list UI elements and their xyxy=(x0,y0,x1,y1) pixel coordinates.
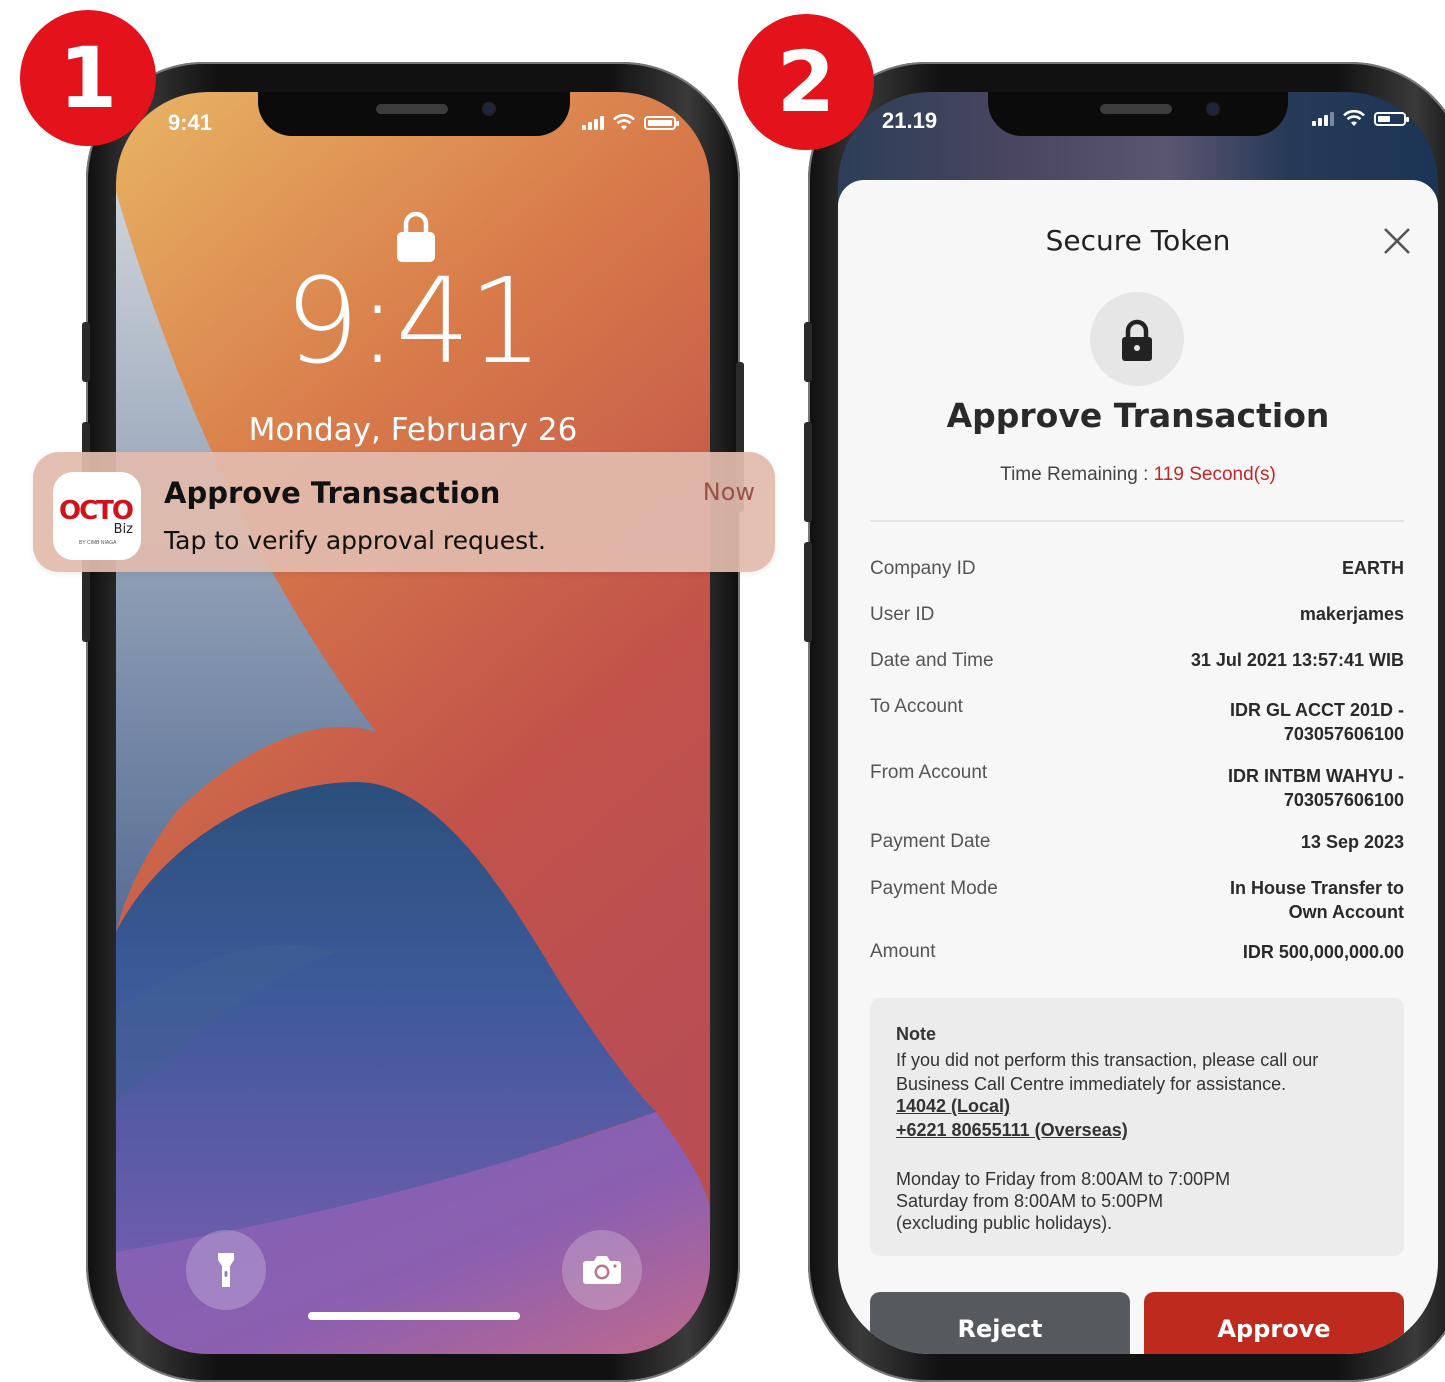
status-icons xyxy=(582,114,679,132)
close-icon[interactable] xyxy=(1382,226,1412,256)
note-text: If you did not perform this transaction,… xyxy=(896,1050,1319,1094)
status-icons xyxy=(1312,110,1409,128)
battery-icon xyxy=(644,116,679,130)
detail-value: In House Transfer to Own Account xyxy=(1229,878,1404,922)
octo-biz-app-icon: OCTO Biz BY CIMB NIAGA xyxy=(53,472,141,560)
detail-value: EARTH xyxy=(1342,558,1404,578)
phone-local-link[interactable]: 14042 (Local) xyxy=(896,1096,1010,1117)
padlock-icon xyxy=(1122,319,1152,361)
phone-lockscreen: 9:41 9:41 Monday, February 26 xyxy=(82,62,744,1382)
detail-label: Payment Date xyxy=(870,831,991,852)
detail-value: IDR GL ACCT 201D - 703057606100 xyxy=(1229,700,1404,744)
time-remaining: Time Remaining : 119 Second(s) xyxy=(838,464,1438,486)
mute-switch xyxy=(82,322,90,382)
mute-switch xyxy=(804,322,812,382)
detail-value: 31 Jul 2021 13:57:41 WIB xyxy=(1190,650,1404,670)
step-1-badge: 1 xyxy=(20,10,156,146)
volume-up-button xyxy=(804,422,812,522)
detail-label: User ID xyxy=(870,604,935,625)
wifi-icon xyxy=(1343,110,1365,126)
notification-title: Approve Transaction xyxy=(164,476,501,510)
step-2-badge: 2 xyxy=(738,14,874,150)
battery-icon xyxy=(1374,112,1409,126)
detail-label: From Account xyxy=(870,762,988,783)
wifi-icon xyxy=(613,114,635,130)
status-time: 9:41 xyxy=(168,110,213,135)
status-time: 21.19 xyxy=(882,108,938,133)
phone-overseas-link[interactable]: +6221 80655111 (Overseas) xyxy=(896,1120,1128,1141)
approve-transaction-title: Approve Transaction xyxy=(946,396,1330,435)
flashlight-button[interactable] xyxy=(186,1230,266,1310)
signal-icon xyxy=(1312,112,1334,126)
notch xyxy=(258,92,570,136)
approve-button[interactable]: Approve xyxy=(1144,1292,1404,1354)
hours-saturday: Saturday from 8:00AM to 5:00PM xyxy=(896,1191,1164,1211)
home-indicator[interactable] xyxy=(308,1312,520,1320)
time-remaining-label: Time Remaining : xyxy=(1000,464,1154,485)
secure-token-sheet: Secure Token Approve Transaction Time Re… xyxy=(838,180,1438,1354)
app-logo-sub: Biz xyxy=(113,522,133,537)
approve-transaction-notification[interactable]: OCTO Biz BY CIMB NIAGA Approve Transacti… xyxy=(33,452,775,572)
notification-time: Now xyxy=(702,478,755,506)
lockscreen-clock: 9:41 xyxy=(284,252,544,390)
lock-badge xyxy=(1090,292,1184,386)
sheet-title: Secure Token xyxy=(1045,224,1231,257)
detail-value: IDR 500,000,000.00 xyxy=(1242,942,1404,962)
time-remaining-value: 119 Second(s) xyxy=(1153,464,1276,485)
note-title: Note xyxy=(896,1024,936,1044)
lockscreen-date: Monday, February 26 xyxy=(248,412,578,448)
hours-weekday: Monday to Friday from 8:00AM to 7:00PM xyxy=(896,1169,1231,1189)
lockscreen-display: 9:41 9:41 Monday, February 26 xyxy=(116,92,710,1354)
app-logo-byline: BY CIMB NIAGA xyxy=(79,540,117,546)
detail-label: Date and Time xyxy=(870,650,994,671)
detail-label: Payment Mode xyxy=(870,878,998,899)
notification-body: Tap to verify approval request. xyxy=(164,526,546,555)
detail-label: To Account xyxy=(870,696,963,717)
note-hours: Monday to Friday from 8:00AM to 7:00PM S… xyxy=(896,1168,1386,1234)
divider xyxy=(870,520,1404,522)
detail-value: IDR INTBM WAHYU - 703057606100 xyxy=(1228,766,1404,810)
camera-icon xyxy=(583,1256,621,1284)
detail-value: makerjames xyxy=(1299,604,1404,624)
phone-app: 21.19 Secure Token Approve Transaction T… xyxy=(804,62,1445,1382)
detail-label: Amount xyxy=(870,941,936,962)
volume-down-button xyxy=(804,542,812,642)
app-display: 21.19 Secure Token Approve Transaction T… xyxy=(838,92,1438,1354)
camera-button[interactable] xyxy=(562,1230,642,1310)
detail-label: Company ID xyxy=(870,558,976,579)
hours-exclusion: (excluding public holidays). xyxy=(896,1213,1113,1233)
detail-value: 13 Sep 2023 xyxy=(1300,832,1404,852)
reject-button[interactable]: Reject xyxy=(870,1292,1130,1354)
signal-icon xyxy=(582,116,604,130)
note-box: Note If you did not perform this transac… xyxy=(870,998,1404,1256)
flashlight-icon xyxy=(218,1253,234,1287)
notch xyxy=(988,92,1288,136)
